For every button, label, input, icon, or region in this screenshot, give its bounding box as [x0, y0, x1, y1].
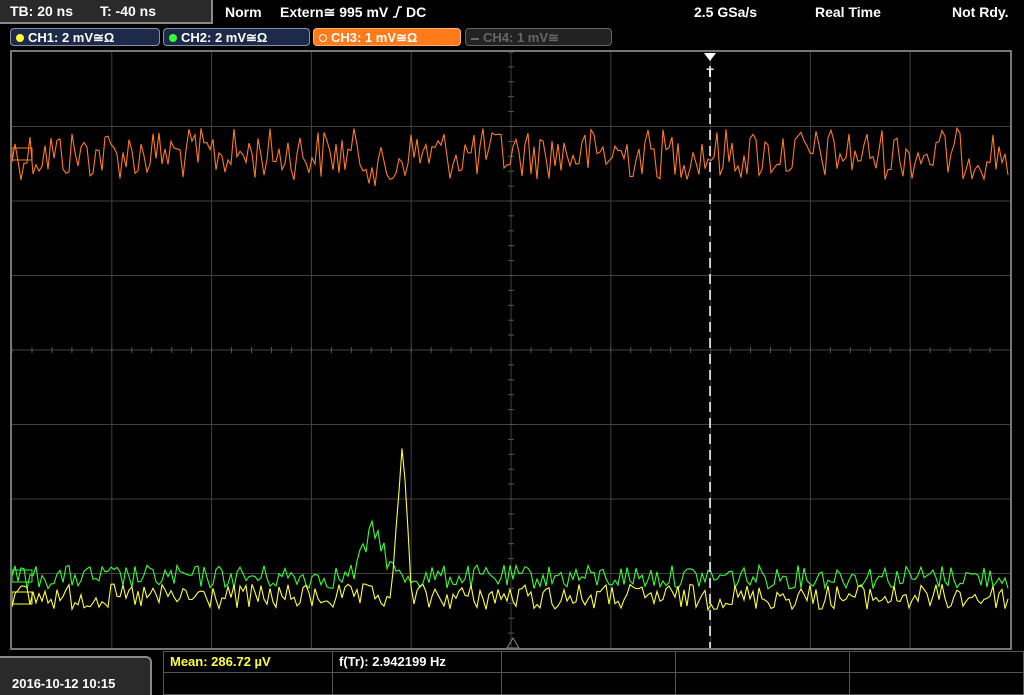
graticule — [12, 52, 1010, 648]
rising-edge-icon — [388, 4, 406, 20]
trigger-mode[interactable]: Norm — [225, 4, 262, 20]
timebase-value: TB: 20 ns — [10, 3, 74, 19]
channel-4-tab[interactable]: CH4: 1 mV≅ — [465, 28, 612, 46]
measurement-1-value: Mean: 286.72 µV — [170, 654, 271, 669]
measurement-1-cell[interactable]: Mean: 286.72 µV — [163, 651, 333, 673]
measurement-grid: Mean: 286.72 µV f(Tr): 2.942199 Hz — [163, 651, 1024, 695]
acquisition-mode[interactable]: Real Time — [815, 4, 881, 20]
measurement-7-cell[interactable] — [332, 672, 502, 695]
acquisition-status: Not Rdy. — [952, 4, 1009, 20]
channel-3-tab[interactable]: CH3: 1 mV≅Ω — [313, 28, 461, 46]
measurement-9-cell[interactable] — [675, 672, 850, 695]
measurement-6-cell[interactable] — [163, 672, 333, 695]
channel-3-trace — [12, 126, 1009, 186]
status-bar: TB: 20 ns T: -40 ns Norm Extern≅ 995 mV … — [0, 0, 1024, 24]
waveforms — [12, 126, 1009, 612]
measurement-5-cell[interactable] — [849, 651, 1024, 673]
datetime-panel: 2016-10-12 10:15 — [0, 656, 152, 695]
channel-3-indicator-icon — [319, 33, 327, 42]
measurement-8-cell[interactable] — [501, 672, 676, 695]
datetime: 2016-10-12 10:15 — [12, 676, 116, 691]
channel-1-tab[interactable]: CH1: 2 mV≅Ω — [10, 28, 160, 46]
channel-4-suffix: ≅ — [548, 30, 559, 45]
sample-rate: 2.5 GSa/s — [694, 4, 758, 20]
channel-bar: CH1: 2 mV≅Ω CH2: 2 mV≅Ω CH3: 1 mV≅Ω CH4:… — [0, 26, 1024, 48]
measurement-2-cell[interactable]: f(Tr): 2.942199 Hz — [332, 651, 502, 673]
trigger-source[interactable]: Extern≅ 995 mV DC — [280, 4, 426, 21]
channel-2-suffix: ≅Ω — [246, 30, 268, 45]
channel-2-tab[interactable]: CH2: 2 mV≅Ω — [163, 28, 310, 46]
trigger-offset-value: T: -40 ns — [100, 3, 157, 19]
waveform-canvas[interactable]: T — [12, 52, 1010, 648]
channel-4-indicator-icon — [471, 37, 479, 40]
channel-2-trace — [12, 518, 1009, 591]
channel-4-label: CH4: 1 mV — [483, 30, 549, 45]
measurement-4-cell[interactable] — [675, 651, 850, 673]
horizontal-reference-icon — [506, 637, 520, 648]
channel-1-indicator-icon — [16, 33, 24, 42]
channel-2-label: CH2: 2 mV — [181, 30, 247, 45]
channel-3-suffix: ≅Ω — [396, 30, 418, 45]
measurement-3-cell[interactable] — [501, 651, 676, 673]
channel-3-label: CH3: 1 mV — [331, 30, 397, 45]
channel-2-indicator-icon — [169, 33, 177, 42]
channel-1-label: CH1: 2 mV — [28, 30, 94, 45]
trigger-marker-label: T — [706, 66, 714, 80]
measurement-2-value: f(Tr): 2.942199 Hz — [339, 654, 446, 669]
trigger-dc: DC — [406, 4, 427, 20]
measurement-10-cell[interactable] — [849, 672, 1024, 695]
trigger-level: 995 mV — [339, 4, 389, 20]
coupling-icon: ≅ — [323, 4, 336, 20]
timebase-panel[interactable]: TB: 20 ns T: -40 ns — [0, 0, 213, 24]
channel-1-suffix: ≅Ω — [93, 30, 115, 45]
trigger-source-label: Extern — [280, 4, 324, 20]
